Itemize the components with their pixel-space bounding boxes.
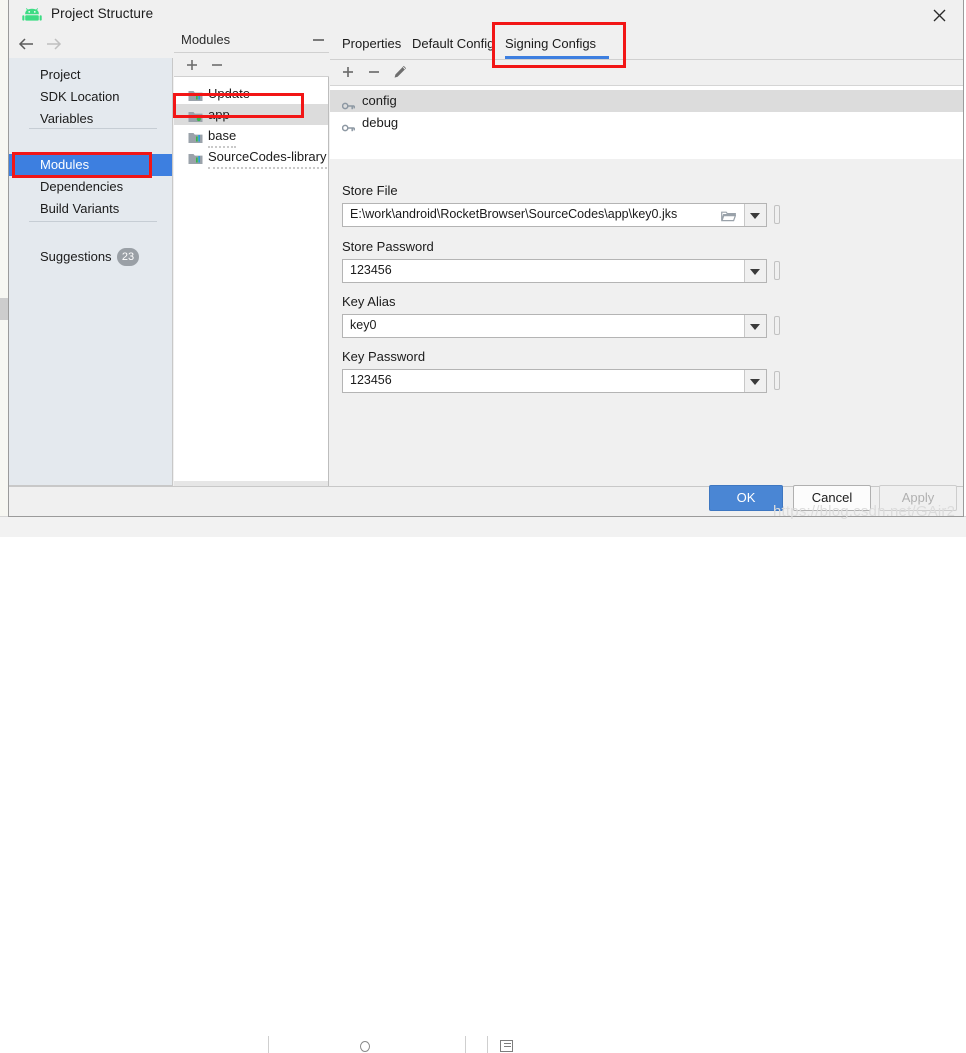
store-file-value: E:\work\android\RocketBrowser\SourceCode… (350, 207, 678, 221)
module-label: base (208, 125, 237, 148)
plus-icon[interactable] (341, 65, 355, 79)
config-row-config[interactable]: config (330, 90, 963, 112)
key-alias-label: Key Alias (342, 294, 396, 309)
close-icon (933, 9, 946, 22)
module-icon (188, 87, 203, 101)
signing-configs-pane: Properties Default Config Signing Config… (330, 30, 963, 485)
minimize-icon[interactable] (313, 39, 324, 41)
navigation-arrows (9, 30, 173, 58)
tab-default-config[interactable]: Default Config (412, 34, 494, 56)
modules-panel-title: Modules (181, 32, 231, 47)
strip-layout-icon (500, 1040, 513, 1052)
chevron-down-icon[interactable] (744, 204, 766, 226)
store-file-input[interactable]: E:\work\android\RocketBrowser\SourceCode… (342, 203, 767, 227)
key-icon (341, 118, 355, 132)
tab-signing-configs[interactable]: Signing Configs (505, 34, 596, 56)
background-status-strip (0, 516, 966, 1053)
settings-sidebar: Project SDK Location Variables Modules D… (9, 58, 173, 485)
config-label: debug (362, 115, 399, 130)
store-file-modified-marker (774, 205, 780, 224)
store-password-input[interactable]: 123456 (342, 259, 767, 283)
sidebar-item-label: Suggestions (40, 249, 112, 264)
store-password-value: 123456 (350, 263, 392, 277)
sidebar-divider (29, 221, 157, 222)
signing-config-form: Store File E:\work\android\RocketBrowser… (330, 159, 963, 485)
module-row-base[interactable]: base (174, 125, 328, 148)
chevron-down-icon[interactable] (744, 260, 766, 282)
sidebar-item-sdk-location[interactable]: SDK Location (9, 86, 172, 108)
android-module-icon (188, 108, 203, 122)
strip-separator (487, 1036, 488, 1053)
background-left-edge (0, 0, 8, 516)
strip-separator (465, 1036, 466, 1053)
modules-panel-header: Modules (174, 30, 329, 52)
arrow-right-icon[interactable] (43, 35, 63, 53)
apply-button: Apply (879, 485, 957, 511)
module-label: app (208, 107, 230, 122)
suggestions-count-badge: 23 (117, 248, 139, 266)
key-password-input[interactable]: 123456 (342, 369, 767, 393)
store-password-label: Store Password (342, 239, 434, 254)
sidebar-item-dependencies[interactable]: Dependencies (9, 176, 172, 198)
dialog-title-bar: Project Structure (9, 0, 963, 30)
configs-toolbar (330, 60, 963, 85)
key-password-value: 123456 (350, 373, 392, 387)
config-row-debug[interactable]: debug (330, 112, 963, 134)
sidebar-item-build-variants[interactable]: Build Variants (9, 198, 172, 220)
key-alias-modified-marker (774, 316, 780, 335)
key-password-label: Key Password (342, 349, 426, 364)
sidebar-item-modules[interactable]: Modules (9, 154, 172, 176)
tab-properties[interactable]: Properties (342, 34, 401, 56)
modules-panel: Modules Update app base SourceCodes-libr… (174, 30, 329, 511)
key-password-modified-marker (774, 371, 780, 390)
module-row-sourcecodes-library[interactable]: SourceCodes-library (174, 146, 328, 169)
modules-toolbar (174, 52, 329, 77)
strip-separator (268, 1036, 269, 1053)
chevron-down-icon[interactable] (744, 370, 766, 392)
store-file-label: Store File (342, 183, 398, 198)
store-password-modified-marker (774, 261, 780, 280)
strip-circle-icon (360, 1041, 370, 1052)
close-button[interactable] (917, 0, 963, 30)
sidebar-item-variables[interactable]: Variables (9, 108, 172, 130)
sidebar-item-project[interactable]: Project (9, 64, 172, 86)
ok-button[interactable]: OK (709, 485, 783, 511)
arrow-left-icon[interactable] (17, 35, 37, 53)
signing-configs-list: config debug (330, 85, 963, 159)
module-row-app[interactable]: app (174, 104, 328, 125)
project-structure-dialog: Project Structure Project SDK Location V… (8, 0, 964, 517)
cancel-button[interactable]: Cancel (793, 485, 871, 511)
config-label: config (362, 93, 397, 108)
dialog-button-bar: OK Cancel Apply (9, 485, 963, 516)
tab-bar: Properties Default Config Signing Config… (330, 30, 963, 59)
modules-list: Update app base SourceCodes-library (174, 77, 329, 511)
module-icon (188, 150, 203, 164)
plus-icon[interactable] (185, 58, 199, 72)
minus-icon[interactable] (367, 65, 381, 79)
key-alias-value: key0 (350, 318, 377, 332)
key-icon (341, 96, 355, 110)
module-label: Update (208, 83, 250, 106)
module-row-update[interactable]: Update (174, 83, 328, 106)
chevron-down-icon[interactable] (744, 315, 766, 337)
module-label: SourceCodes-library (208, 146, 327, 169)
sidebar-item-suggestions[interactable]: Suggestions 23 (9, 246, 172, 268)
dialog-title: Project Structure (51, 6, 154, 21)
sidebar-divider (29, 128, 157, 129)
minus-icon[interactable] (210, 58, 224, 72)
key-alias-input[interactable]: key0 (342, 314, 767, 338)
pencil-icon[interactable] (392, 64, 408, 80)
folder-icon[interactable] (721, 210, 737, 222)
android-robot-icon (22, 8, 42, 22)
module-icon (188, 129, 203, 143)
